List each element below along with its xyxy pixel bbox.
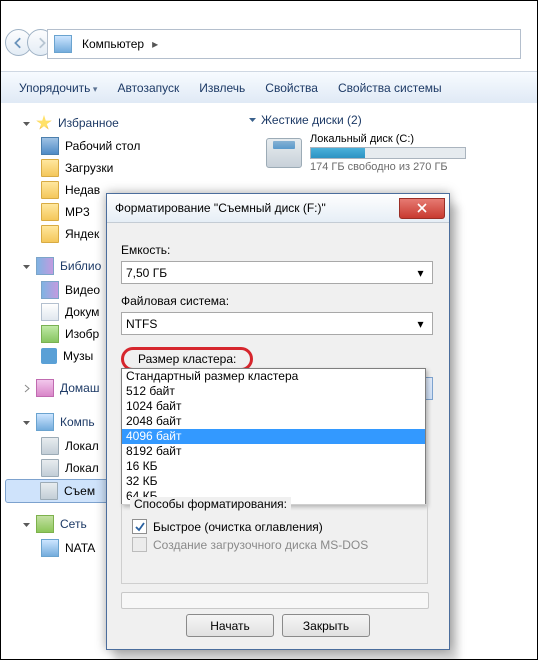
computer-icon [41, 539, 59, 557]
capacity-bar [310, 147, 466, 159]
start-button[interactable]: Начать [186, 614, 274, 637]
nav-group-favorites[interactable]: Избранное [1, 111, 244, 135]
computer-icon [54, 35, 72, 53]
network-icon [36, 515, 54, 533]
toolbar-eject[interactable]: Извлечь [191, 77, 253, 99]
capacity-value: 7,50 ГБ [126, 266, 167, 280]
toolbar-properties[interactable]: Свойства [257, 77, 326, 99]
cluster-option[interactable]: 8192 байт [122, 444, 425, 459]
nav-group-label: Библио [60, 259, 101, 273]
checkbox-icon [132, 537, 147, 552]
music-icon [41, 348, 57, 364]
computer-icon [36, 413, 54, 431]
dialog-close-button[interactable] [399, 198, 445, 219]
capacity-label: Емкость: [121, 243, 435, 257]
images-icon [41, 325, 59, 343]
nav-group-label: Домаш [60, 381, 100, 395]
cluster-option[interactable]: 16 КБ [122, 459, 425, 474]
format-options-group: Способы форматирования: Быстрое (очистка… [121, 504, 428, 584]
folder-icon [41, 181, 59, 199]
checkbox-icon [132, 519, 147, 534]
video-icon [41, 281, 59, 299]
section-hard-disks[interactable]: Жесткие диски (2) [244, 103, 537, 131]
nav-group-label: Избранное [58, 116, 119, 130]
msdos-boot-checkbox: Создание загрузочного диска MS-DOS [122, 537, 427, 555]
chevron-down-icon [21, 118, 32, 129]
toolbar-system-properties[interactable]: Свойства системы [330, 77, 450, 99]
chevron-down-icon [21, 519, 32, 530]
arrow-left-icon [13, 37, 25, 49]
format-progress-bar [121, 592, 429, 609]
nav-item-desktop[interactable]: Рабочий стол [1, 135, 244, 157]
hard-drive-icon [266, 138, 302, 168]
cluster-option[interactable]: 1024 байт [122, 399, 425, 414]
dialog-title: Форматирование "Съемный диск (F:)" [115, 201, 326, 215]
filesystem-value: NTFS [126, 317, 157, 331]
star-icon [36, 115, 52, 131]
cluster-option[interactable]: Стандартный размер кластера [122, 369, 425, 384]
drive-meta: Локальный диск (C:) 174 ГБ свободно из 2… [310, 133, 466, 173]
chevron-down-icon [248, 113, 257, 127]
drive-name: Локальный диск (C:) [310, 133, 466, 145]
nav-item-downloads[interactable]: Загрузки [1, 157, 244, 179]
dialog-titlebar[interactable]: Форматирование "Съемный диск (F:)" [107, 194, 449, 223]
drive-c[interactable]: Локальный диск (C:) 174 ГБ свободно из 2… [244, 131, 537, 173]
chevron-down-icon: ▾ [413, 266, 428, 280]
folder-icon [41, 159, 59, 177]
cluster-option[interactable]: 2048 байт [122, 414, 425, 429]
section-title: Жесткие диски (2) [261, 113, 362, 127]
documents-icon [41, 303, 59, 321]
explorer-toolbar: Упорядочить Автозапуск Извлечь Свойства … [1, 71, 538, 105]
filesystem-select[interactable]: NTFS ▾ [121, 312, 433, 335]
homegroup-icon [36, 379, 54, 397]
address-bar[interactable]: Компьютер ▸ [47, 29, 521, 59]
filesystem-label: Файловая система: [121, 294, 435, 308]
folder-icon [41, 225, 59, 243]
breadcrumb-separator-icon: ▸ [148, 37, 162, 51]
drive-icon [41, 437, 59, 455]
cluster-option[interactable]: 32 КБ [122, 474, 425, 489]
toolbar-autoplay[interactable]: Автозапуск [109, 77, 187, 99]
cluster-option[interactable]: 4096 байт [122, 429, 425, 444]
format-dialog: Форматирование "Съемный диск (F:)" Емкос… [106, 193, 450, 650]
format-options-title: Способы форматирования: [130, 497, 291, 511]
capacity-text: 174 ГБ свободно из 270 ГБ [310, 161, 466, 173]
toolbar-organize[interactable]: Упорядочить [11, 77, 105, 99]
libraries-icon [36, 257, 54, 275]
quick-format-label: Быстрое (очистка оглавления) [153, 520, 323, 534]
chevron-down-icon [21, 261, 32, 272]
nav-group-label: Компь [60, 415, 95, 429]
desktop-icon [41, 137, 59, 155]
arrow-right-icon [35, 37, 47, 49]
drive-icon [41, 459, 59, 477]
msdos-boot-label: Создание загрузочного диска MS-DOS [153, 538, 368, 552]
folder-icon [41, 203, 59, 221]
breadcrumb-root[interactable]: Компьютер [78, 37, 148, 51]
chevron-right-icon [21, 383, 32, 394]
close-button[interactable]: Закрыть [282, 614, 370, 637]
capacity-select[interactable]: 7,50 ГБ ▾ [121, 261, 433, 284]
chevron-down-icon: ▾ [413, 317, 428, 331]
cluster-option[interactable]: 512 байт [122, 384, 425, 399]
close-icon [417, 203, 427, 213]
quick-format-checkbox[interactable]: Быстрое (очистка оглавления) [122, 519, 427, 537]
nav-group-label: Сеть [60, 517, 87, 531]
drive-icon [40, 482, 58, 500]
cluster-size-dropdown[interactable]: Стандартный размер кластера512 байт1024 … [121, 368, 426, 505]
chevron-down-icon [21, 417, 32, 428]
